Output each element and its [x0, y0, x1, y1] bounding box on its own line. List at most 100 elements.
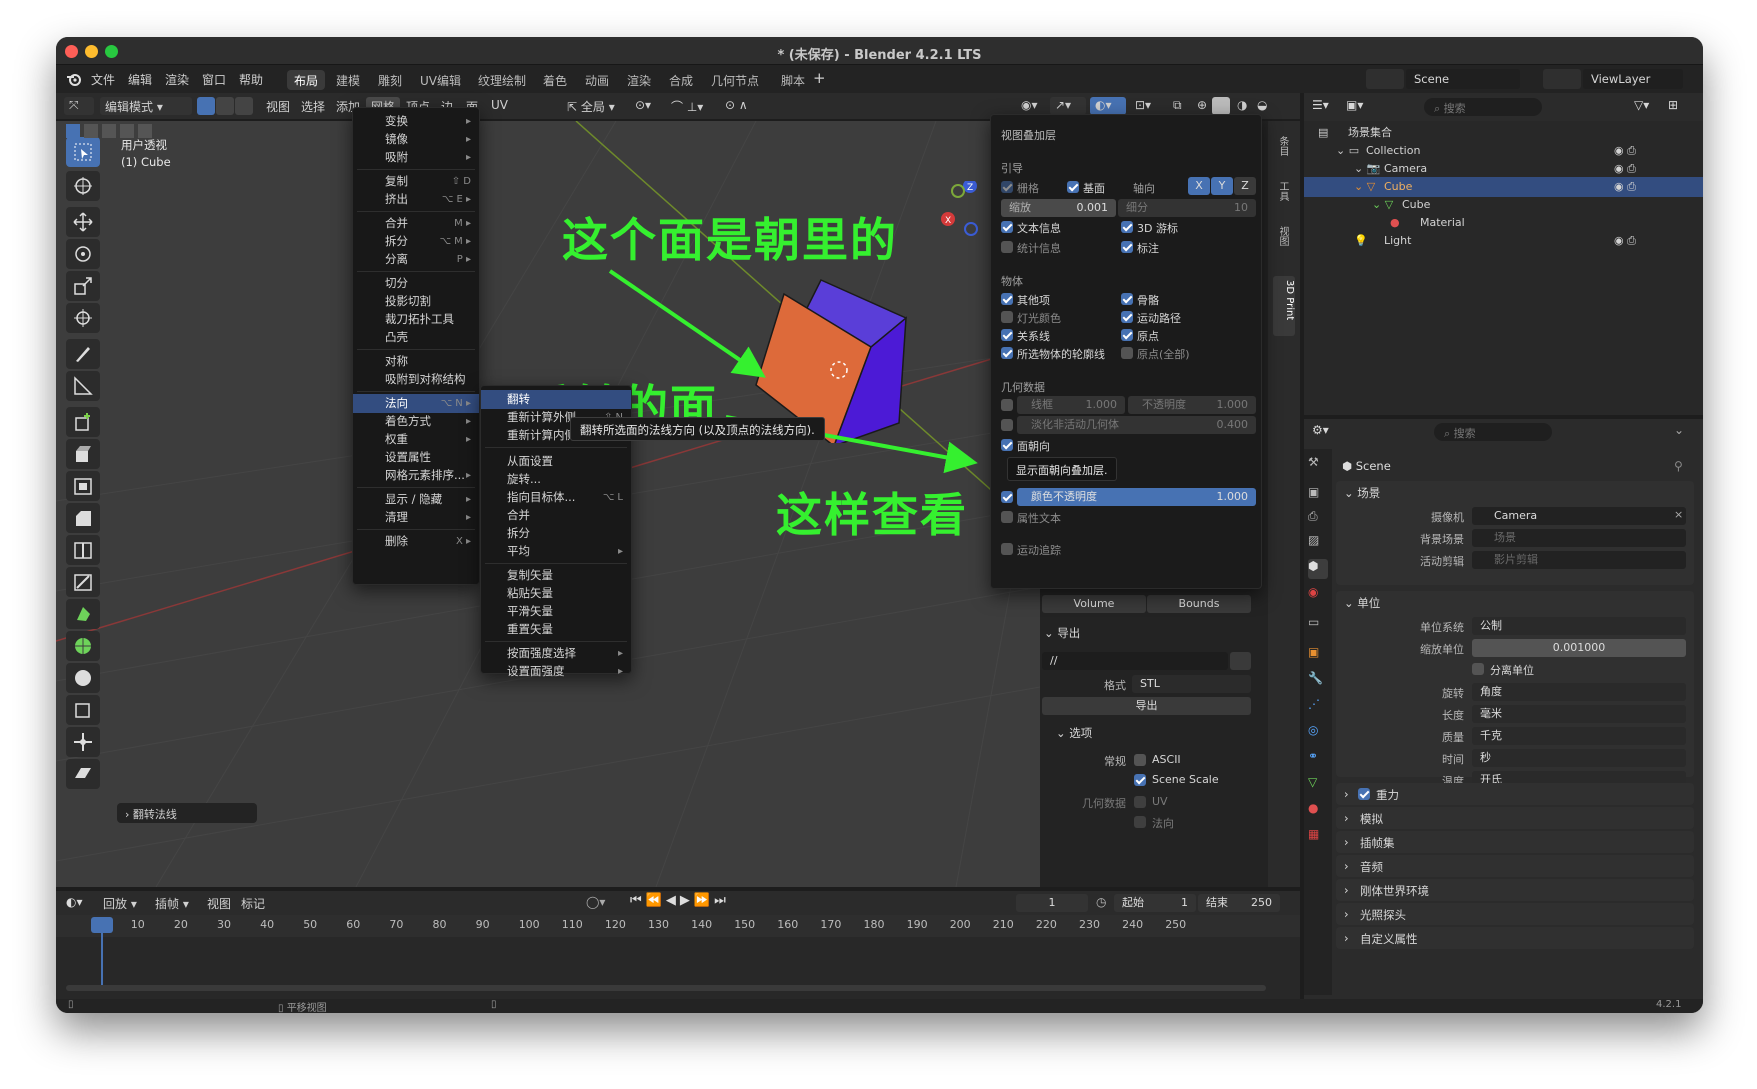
unit-scale-field[interactable]: 0.001000 — [1472, 639, 1686, 657]
color-opacity-field[interactable]: 颜色不透明度 1.000 — [1017, 488, 1256, 506]
constraints-tab-icon[interactable]: ⚭ — [1308, 749, 1328, 769]
face-orientation-checkbox[interactable] — [1001, 439, 1013, 451]
editor-type-icon[interactable]: ⤧ — [64, 97, 94, 115]
toggle-xray-icon[interactable]: ⧉ — [1168, 97, 1188, 115]
tab-3d-print[interactable]: 3D Print — [1273, 276, 1295, 336]
tab-modeling[interactable]: 建模 — [329, 70, 367, 90]
data-tab-icon[interactable]: ▽ — [1308, 775, 1328, 795]
rendered-shading-icon[interactable]: ◒ — [1252, 97, 1270, 115]
outliner-search[interactable]: ⌕ 搜索 — [1424, 98, 1542, 116]
folder-icon[interactable] — [1230, 652, 1251, 670]
tab-sculpt[interactable]: 雕刻 — [371, 70, 409, 90]
mesh-menu-item[interactable]: 变换 ▸ — [353, 112, 479, 131]
normals-menu-item[interactable]: 平滑矢量 — [481, 602, 631, 621]
smooth-tool[interactable] — [66, 663, 100, 693]
rotation-select[interactable]: 角度 — [1472, 683, 1686, 701]
color-opacity-checkbox[interactable] — [1001, 491, 1013, 503]
menu-file[interactable]: 文件 — [91, 71, 115, 88]
mesh-menu-item[interactable]: 设置属性 — [353, 448, 479, 467]
clock-icon[interactable]: ◷ — [1096, 895, 1106, 909]
current-frame-field[interactable]: 1 — [1016, 894, 1088, 912]
scene-section-header[interactable]: ⌄ 场景 — [1344, 485, 1380, 501]
proportional-edit-icon[interactable]: ⊙ ∧ — [720, 97, 760, 115]
tab-tool[interactable]: 工具 — [1275, 181, 1290, 201]
collapsed-panel[interactable]: › 光照探头 — [1336, 903, 1694, 925]
unit-system-select[interactable]: 公制 — [1472, 617, 1686, 635]
wireframe-shading-icon[interactable]: ⊕ — [1192, 97, 1210, 115]
grid-checkbox[interactable] — [1001, 181, 1013, 193]
bones-checkbox[interactable] — [1121, 293, 1133, 305]
wireframe-field[interactable]: 线框 1.000 — [1017, 396, 1125, 414]
normals-menu-item[interactable]: 重置矢量 — [481, 620, 631, 639]
cursor3d-checkbox[interactable] — [1121, 221, 1133, 233]
particles-tab-icon[interactable]: ⋰ — [1308, 697, 1328, 717]
statistics-checkbox[interactable] — [1001, 241, 1013, 253]
bounds-button[interactable]: Bounds — [1147, 595, 1251, 613]
mesh-menu-item[interactable]: 对称 — [353, 352, 479, 371]
view-layer-tab-icon[interactable]: ▨ — [1308, 533, 1328, 553]
scene-selector[interactable]: Scene — [1406, 69, 1520, 89]
bevel-tool[interactable] — [66, 503, 100, 533]
collection-tab-icon[interactable]: ▭ — [1308, 615, 1328, 635]
face-select-icon[interactable] — [235, 97, 253, 115]
move-tool[interactable] — [66, 207, 100, 237]
length-select[interactable]: 毫米 — [1472, 705, 1686, 723]
mode-selector[interactable]: 编辑模式 ▾ — [100, 97, 192, 115]
gravity-checkbox[interactable] — [1358, 788, 1370, 800]
timeline-editor-icon[interactable]: ◐▾ — [66, 895, 92, 911]
outliner-row[interactable]: ⌄ ▽ Cube ◉ ⎙ — [1304, 177, 1703, 197]
xray-icon[interactable]: ⊡▾ — [1130, 97, 1164, 115]
menu-render[interactable]: 渲染 — [165, 71, 189, 88]
floor-checkbox[interactable] — [1067, 181, 1079, 193]
menu-select[interactable]: 选择 — [296, 97, 330, 115]
blender-logo-icon[interactable] — [66, 71, 82, 87]
start-frame-field[interactable]: 起始 1 — [1114, 894, 1196, 912]
mesh-menu-item[interactable]: 法向 ⌥ N ▸ — [353, 394, 479, 413]
mesh-menu-item[interactable]: 凸壳 — [353, 328, 479, 347]
wire-opacity-field[interactable]: 不透明度 1.000 — [1128, 396, 1256, 414]
mesh-menu-item[interactable]: 镜像 ▸ — [353, 130, 479, 149]
mesh-menu-item[interactable]: 合并 M ▸ — [353, 214, 479, 233]
collapsed-panel[interactable]: › 刚体世界环境 — [1336, 879, 1694, 901]
outliner-row[interactable]: 💡 Light ◉ ⎙ — [1304, 231, 1703, 251]
measure-tool[interactable] — [66, 371, 100, 401]
poly-build-tool[interactable] — [66, 599, 100, 629]
mesh-menu-item[interactable]: 清理 ▸ — [353, 508, 479, 527]
mesh-menu-item[interactable]: 复制 ⇧ D — [353, 172, 479, 191]
active-clip-field[interactable]: 影片剪辑 — [1472, 551, 1686, 569]
mesh-menu-item[interactable]: 挤出 ⌥ E ▸ — [353, 190, 479, 209]
edge-slide-tool[interactable] — [66, 695, 100, 725]
end-frame-field[interactable]: 结束 250 — [1198, 894, 1280, 912]
select-box-tool[interactable] — [66, 137, 100, 167]
visibility-toggle-icon[interactable]: ◉ ⎙ — [1614, 141, 1636, 161]
menu-window[interactable]: 窗口 — [202, 71, 226, 88]
collapsed-panel[interactable]: › 重力 — [1336, 783, 1694, 805]
fade-inactive-checkbox[interactable] — [1001, 419, 1013, 431]
view-layer-icon[interactable] — [1543, 69, 1581, 89]
fade-inactive-field[interactable]: 淡化非活动几何体 0.400 — [1017, 416, 1256, 434]
tab-rendering[interactable]: 渲染 — [620, 70, 658, 90]
knife-tool[interactable] — [66, 567, 100, 597]
transform-orientation[interactable]: ⇱ 全局 ▾ — [562, 97, 624, 115]
menu-uv[interactable]: UV — [486, 97, 513, 115]
timeline-scrollbar[interactable] — [66, 985, 1266, 991]
mesh-menu-item[interactable]: 拆分 ⌥ M ▸ — [353, 232, 479, 251]
text-info-checkbox[interactable] — [1001, 221, 1013, 233]
material-shading-icon[interactable]: ◑ — [1232, 97, 1250, 115]
extras-checkbox[interactable] — [1001, 293, 1013, 305]
outliner-editor-icon[interactable]: ☰▾ — [1312, 98, 1340, 116]
collapsed-panel[interactable]: › 自定义属性 — [1336, 927, 1694, 949]
menu-playback[interactable]: 回放 ▾ — [98, 894, 142, 912]
properties-editor-icon[interactable]: ⚙▾ — [1312, 423, 1340, 441]
vertex-select-icon[interactable] — [197, 97, 215, 115]
extrude-tool[interactable] — [66, 439, 100, 469]
menu-help[interactable]: 帮助 — [239, 71, 263, 88]
attribute-text-checkbox[interactable] — [1001, 511, 1013, 523]
tab-uv-editing[interactable]: UV编辑 — [413, 70, 468, 90]
pin-icon[interactable]: ⚲ — [1674, 459, 1683, 473]
properties-search[interactable]: ⌕ 搜索 — [1434, 423, 1552, 441]
normals-menu-item[interactable]: 粘贴矢量 — [481, 584, 631, 603]
inset-tool[interactable] — [66, 471, 100, 501]
playhead[interactable] — [91, 917, 113, 933]
properties-options-icon[interactable]: ⌄ — [1674, 423, 1692, 441]
